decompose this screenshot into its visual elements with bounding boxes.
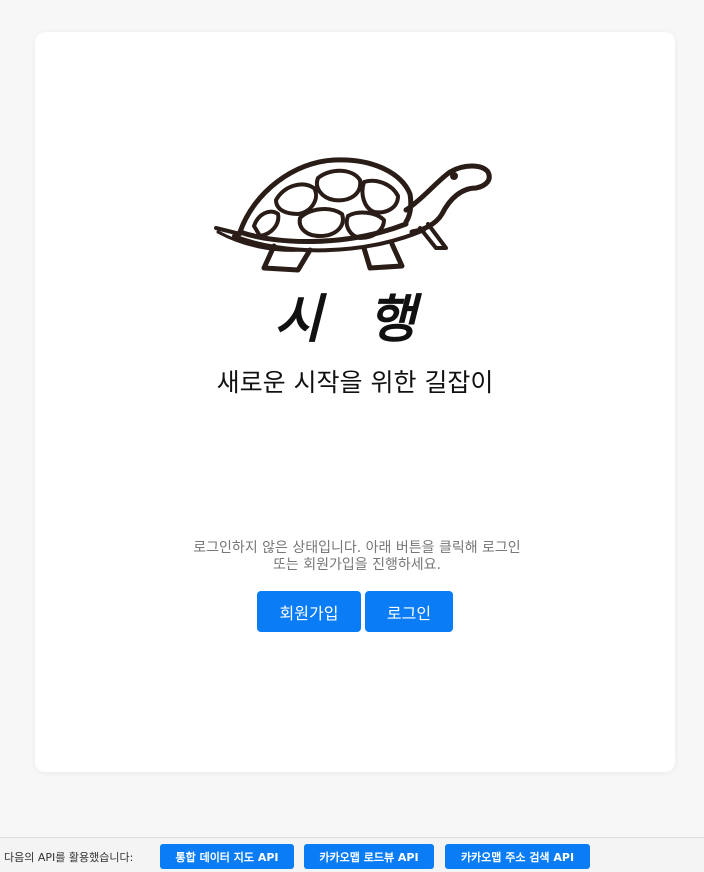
brand-tagline: 새로운 시작을 위한 길잡이 xyxy=(216,368,494,397)
login-status-message: 로그인하지 않은 상태입니다. 아래 버튼을 클릭해 로그인 또는 회원가입을 … xyxy=(170,540,544,574)
login-status-line-2: 또는 회원가입을 진행하세요. xyxy=(273,557,441,573)
turtle-icon xyxy=(214,157,492,273)
brand-title: 시 행 xyxy=(274,290,430,350)
api-credits-label: 다음의 API를 활용했습니다: xyxy=(4,851,134,864)
api-credits-footer: 다음의 API를 활용했습니다: 통합 데이터 지도 API 카카오맵 로드뷰 … xyxy=(0,837,704,872)
signup-button[interactable]: 회원가입 xyxy=(257,591,361,632)
login-button[interactable]: 로그인 xyxy=(365,591,453,632)
api-button-kakao-roadview[interactable]: 카카오맵 로드뷰 API xyxy=(304,844,434,869)
login-status-line-1: 로그인하지 않은 상태입니다. 아래 버튼을 클릭해 로그인 xyxy=(193,540,521,556)
main-card xyxy=(35,32,675,772)
api-button-kakao-address-search[interactable]: 카카오맵 주소 검색 API xyxy=(445,844,590,869)
api-button-data-map[interactable]: 통합 데이터 지도 API xyxy=(160,844,294,869)
